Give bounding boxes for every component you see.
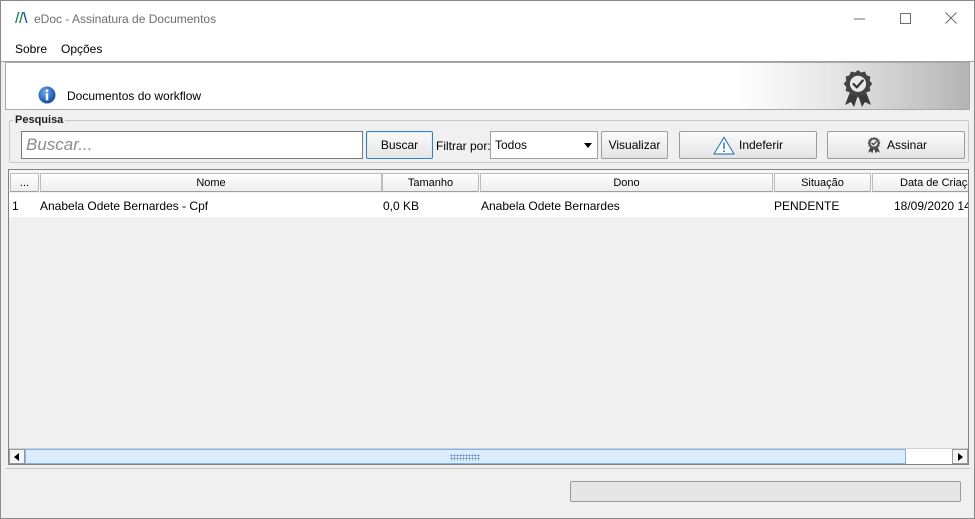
maximize-icon <box>899 12 911 24</box>
arrow-left-icon <box>14 452 19 461</box>
menu-bar: Sobre Opções <box>1 35 974 62</box>
window-title: eDoc - Assinatura de Documentos <box>34 12 217 26</box>
documents-table[interactable]: ... Nome Tamanho Dono Situação Data de C… <box>8 169 969 465</box>
reject-button-label: Indeferir <box>738 138 784 152</box>
status-progress-bar <box>570 481 961 502</box>
cell-data-criacao: 18/09/2020 14: <box>894 199 969 213</box>
header-title: Documentos do workflow <box>67 89 202 103</box>
title-bar[interactable]: eDoc - Assinatura de Documentos <box>1 1 974 35</box>
certificate-seal-icon <box>843 70 873 107</box>
cell-nome: Anabela Odete Bernardes - Cpf <box>40 199 209 213</box>
close-button[interactable] <box>928 1 974 35</box>
column-header-selector[interactable]: ... <box>10 173 39 192</box>
cell-tamanho: 0,0 KB <box>383 199 420 213</box>
filter-label: Filtrar por: <box>436 139 491 153</box>
filter-dropdown[interactable]: Todos <box>490 131 598 159</box>
table-row[interactable]: 1 Anabela Odete Bernardes - Cpf 0,0 KB A… <box>9 193 969 217</box>
header-banner: Documentos do workflow <box>5 62 970 110</box>
minimize-icon <box>853 18 865 19</box>
arrow-right-icon <box>958 452 963 461</box>
search-button[interactable]: Buscar <box>366 131 433 159</box>
certificate-seal-icon <box>867 136 881 154</box>
scroll-left-button[interactable] <box>9 449 25 464</box>
scroll-grip <box>450 454 480 461</box>
minimize-button[interactable] <box>836 1 882 35</box>
sign-button-label: Assinar <box>886 138 927 152</box>
table-header: ... Nome Tamanho Dono Situação Data de C… <box>9 170 968 192</box>
column-header-nome[interactable]: Nome <box>40 173 382 192</box>
status-separator <box>5 468 970 469</box>
maximize-button[interactable] <box>882 1 928 35</box>
column-header-data-criacao[interactable]: Data de Criação <box>872 173 968 192</box>
cell-dono: Anabela Odete Bernardes <box>481 199 620 213</box>
menu-item-opcoes[interactable]: Opções <box>61 42 102 56</box>
row-index: 1 <box>12 199 19 213</box>
app-window: eDoc - Assinatura de Documentos Sobre Op… <box>0 0 975 519</box>
search-group-label: Pesquisa <box>13 114 66 126</box>
view-button-label: Visualizar <box>608 138 661 152</box>
filter-selected-value: Todos <box>495 138 528 152</box>
close-icon <box>945 12 957 24</box>
scroll-thumb[interactable] <box>25 449 906 464</box>
search-button-label: Buscar <box>380 138 419 152</box>
column-header-situacao[interactable]: Situação <box>774 173 871 192</box>
chevron-down-icon <box>584 143 592 148</box>
column-header-tamanho[interactable]: Tamanho <box>382 173 479 192</box>
reject-button[interactable]: Indeferir <box>679 131 817 159</box>
cell-situacao: PENDENTE <box>774 199 840 213</box>
sign-button[interactable]: Assinar <box>827 131 965 159</box>
horizontal-scrollbar[interactable] <box>9 448 968 464</box>
menu-item-sobre[interactable]: Sobre <box>15 42 47 56</box>
view-button[interactable]: Visualizar <box>601 131 668 159</box>
search-input[interactable] <box>21 131 363 159</box>
column-header-dono[interactable]: Dono <box>480 173 773 192</box>
warning-icon <box>713 136 735 155</box>
info-icon <box>38 86 56 104</box>
scroll-right-button[interactable] <box>952 449 968 464</box>
app-logo-icon <box>15 12 28 23</box>
